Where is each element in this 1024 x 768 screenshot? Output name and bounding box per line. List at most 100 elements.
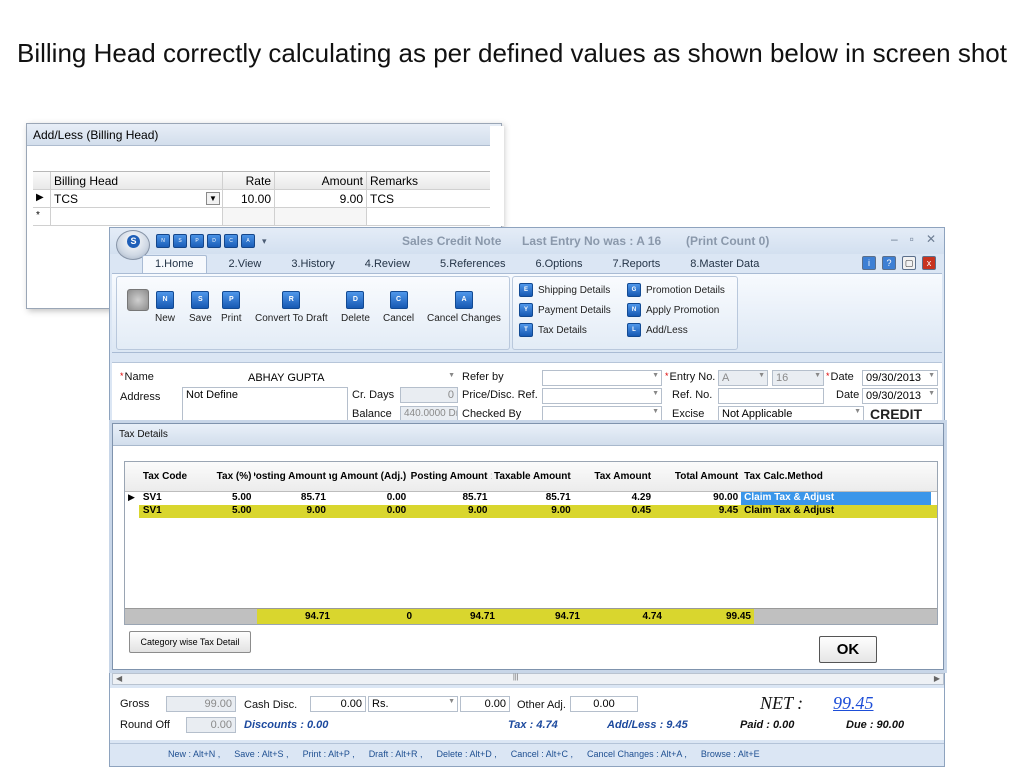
new-button[interactable]: N New: [155, 291, 175, 324]
chevron-down-icon[interactable]: ▼: [652, 408, 659, 415]
chevron-down-icon[interactable]: ▼: [448, 372, 455, 379]
entry-no-field[interactable]: 16 ▼: [772, 370, 824, 386]
round-off-field[interactable]: 0.00: [186, 717, 236, 733]
add-less-button[interactable]: L Add/Less: [627, 323, 688, 337]
promotion-details-button[interactable]: G Promotion Details: [627, 283, 725, 297]
convert-to-draft-button[interactable]: R Convert To Draft: [255, 291, 328, 324]
table-row[interactable]: SV1 5.00 9.00 0.00 9.00 9.00 0.45 9.45 C…: [125, 505, 937, 518]
chevron-down-icon[interactable]: ▼: [652, 390, 659, 397]
maximize-icon[interactable]: ▫: [910, 232, 914, 246]
col-remarks[interactable]: Remarks: [367, 172, 503, 189]
tax-details-button[interactable]: T Tax Details: [519, 323, 587, 337]
tab-options[interactable]: 6.Options: [535, 255, 582, 273]
tab-review[interactable]: 4.Review: [365, 255, 410, 273]
cancel-button[interactable]: C Cancel: [383, 291, 414, 324]
tab-history[interactable]: 3.History: [291, 255, 334, 273]
tab-master-data[interactable]: 8.Master Data: [690, 255, 759, 273]
tab-home[interactable]: 1.Home: [142, 255, 207, 273]
date-picker-2[interactable]: 09/30/2013 ▼: [862, 388, 938, 404]
apply-promotion-button[interactable]: N Apply Promotion: [627, 303, 719, 317]
cr-days-field[interactable]: 0: [400, 387, 458, 403]
qa-print-icon[interactable]: P: [190, 234, 204, 248]
close-icon[interactable]: ✕: [926, 232, 936, 246]
scroll-right-icon[interactable]: ▶: [934, 674, 940, 683]
chevron-down-icon[interactable]: ▼: [928, 372, 935, 379]
col-tax-calc-method[interactable]: Tax Calc.Method: [741, 462, 931, 491]
rate-cell[interactable]: 10.00: [223, 190, 275, 207]
table-row[interactable]: ▶ SV1 5.00 85.71 0.00 85.71 85.71 4.29 9…: [125, 492, 937, 505]
col-tax-amount[interactable]: Tax Amount: [574, 462, 654, 491]
price-disc-ref-select[interactable]: ▼: [542, 388, 662, 404]
remarks-cell[interactable]: TCS: [367, 190, 503, 207]
minimize-icon[interactable]: –: [891, 232, 898, 246]
shortcut-cancel: Cancel : Alt+C ,: [510, 749, 574, 759]
name-field[interactable]: ABHAY GUPTA ▼: [182, 370, 458, 386]
qa-cancel-icon[interactable]: C: [224, 234, 238, 248]
qa-new-icon[interactable]: N: [156, 234, 170, 248]
cash-disc-amount-field[interactable]: 0.00: [460, 696, 510, 712]
chevron-down-icon[interactable]: ▼: [206, 192, 220, 205]
chevron-down-icon[interactable]: ▼: [448, 698, 455, 705]
horizontal-scrollbar[interactable]: ◀ ||| ▶: [112, 673, 944, 685]
apply-promotion-icon: N: [627, 303, 641, 317]
tab-view[interactable]: 2.View: [229, 255, 262, 273]
new-row[interactable]: *: [33, 208, 503, 226]
qa-dropdown-icon[interactable]: ▾: [262, 234, 267, 248]
refer-by-select[interactable]: ▼: [542, 370, 662, 386]
scroll-thumb-icon[interactable]: |||: [513, 674, 518, 681]
cash-disc-unit-select[interactable]: Rs. ▼: [368, 696, 458, 712]
chevron-down-icon[interactable]: ▼: [814, 372, 821, 379]
checked-by-select[interactable]: ▼: [542, 406, 662, 422]
billing-head-select[interactable]: TCS ▼: [51, 190, 223, 207]
col-net-taxable-amount[interactable]: Net Taxable Amount: [491, 462, 574, 491]
col-total-amount[interactable]: Total Amount: [654, 462, 741, 491]
col-posting-amount-adj[interactable]: Posting Amount (Adj.): [329, 462, 409, 491]
col-tax-percent[interactable]: Tax (%): [204, 462, 255, 491]
print-button[interactable]: P Print: [221, 291, 242, 324]
tab-reports[interactable]: 7.Reports: [613, 255, 661, 273]
col-amount[interactable]: Amount: [275, 172, 367, 189]
entry-series-select[interactable]: A ▼: [718, 370, 768, 386]
table-row[interactable]: ▶ TCS ▼ 10.00 9.00 TCS: [33, 190, 503, 208]
shortcut-browse: Browse : Alt+E: [700, 749, 760, 759]
tax-grid-header: Tax Code Tax (%) Posting Amount Posting …: [125, 462, 937, 492]
excise-select[interactable]: Not Applicable ▼: [718, 406, 864, 422]
total-tax-amount: 4.74: [583, 609, 665, 624]
date-picker[interactable]: 09/30/2013 ▼: [862, 370, 938, 386]
chevron-down-icon[interactable]: ▼: [652, 372, 659, 379]
col-tax-code[interactable]: Tax Code: [139, 462, 204, 491]
qa-delete-icon[interactable]: D: [207, 234, 221, 248]
payment-details-button[interactable]: Y Payment Details: [519, 303, 611, 317]
delete-button[interactable]: D Delete: [341, 291, 370, 324]
addless-title: Add/Less (Billing Head): [27, 124, 501, 146]
chevron-down-icon[interactable]: ▼: [854, 408, 861, 415]
col-billing-head[interactable]: Billing Head: [51, 172, 223, 189]
other-adj-field[interactable]: 0.00: [570, 696, 638, 712]
category-wise-tax-detail-button[interactable]: Category wise Tax Detail: [129, 631, 251, 653]
qa-more-icon[interactable]: A: [241, 234, 255, 248]
cancel-changes-button[interactable]: A Cancel Changes: [427, 291, 501, 324]
col-net-posting-amount[interactable]: Net Posting Amount: [409, 462, 490, 491]
qa-save-icon[interactable]: S: [173, 234, 187, 248]
help-icon[interactable]: ?: [882, 256, 896, 270]
checked-by-label: Checked By: [462, 408, 522, 420]
tax-grid: Tax Code Tax (%) Posting Amount Posting …: [124, 461, 938, 625]
addless-grid: Billing Head Rate Amount Remarks ▶ TCS ▼ …: [33, 171, 503, 226]
new-row-icon: *: [33, 208, 51, 225]
ref-no-field[interactable]: [718, 388, 824, 404]
exit-icon[interactable]: x: [922, 256, 936, 270]
shipping-details-button[interactable]: E Shipping Details: [519, 283, 610, 297]
col-rate[interactable]: Rate: [223, 172, 275, 189]
tab-references[interactable]: 5.References: [440, 255, 505, 273]
cash-disc-field[interactable]: 0.00: [310, 696, 366, 712]
chevron-down-icon[interactable]: ▼: [928, 390, 935, 397]
amount-cell[interactable]: 9.00: [275, 190, 367, 207]
chevron-down-icon[interactable]: ▼: [758, 372, 765, 379]
settings-icon[interactable]: [127, 289, 149, 311]
info-icon[interactable]: i: [862, 256, 876, 270]
col-posting-amount[interactable]: Posting Amount: [254, 462, 328, 491]
save-button[interactable]: S Save: [189, 291, 212, 324]
window-icon[interactable]: ▢: [902, 256, 916, 270]
ok-button[interactable]: OK: [819, 636, 877, 663]
scroll-left-icon[interactable]: ◀: [116, 674, 122, 683]
